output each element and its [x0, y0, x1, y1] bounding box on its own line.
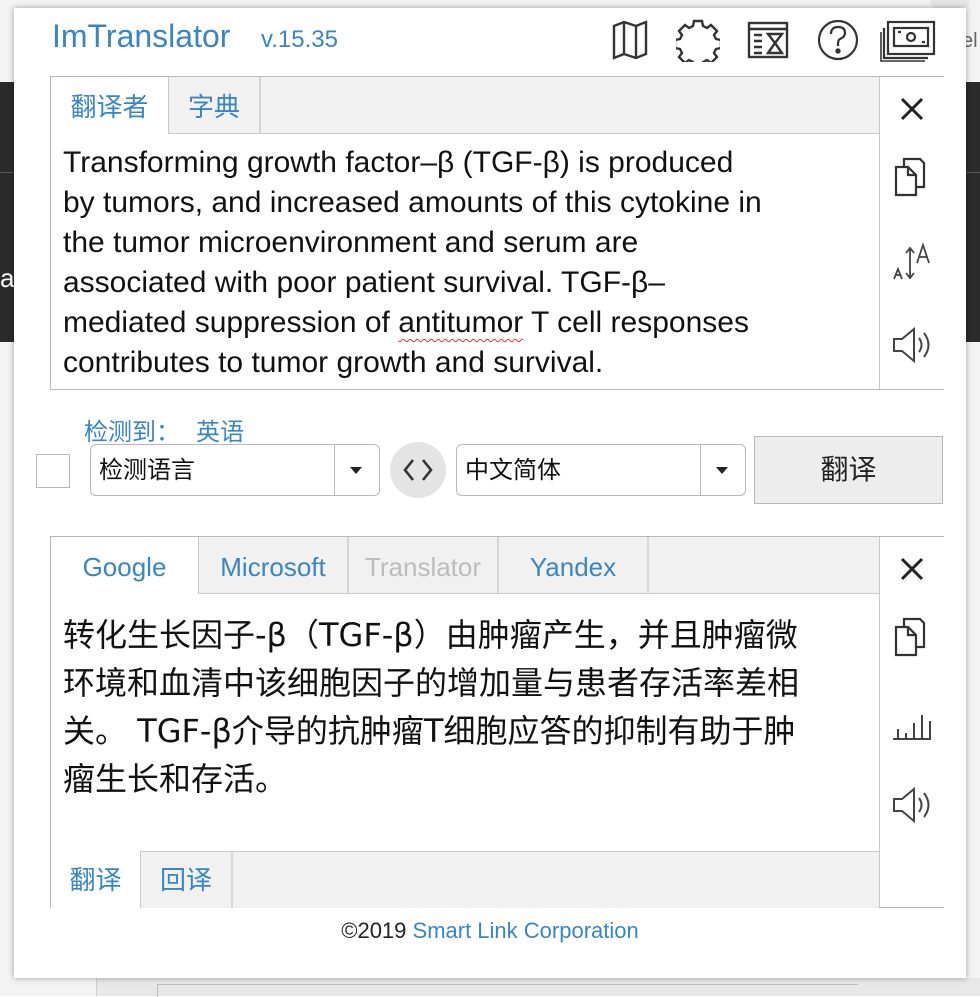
result-text-output[interactable]: 转化生长因子-β（TGF-β）由肿瘤产生，并且肿瘤微 环境和血清中该细胞因子的增…: [63, 611, 863, 803]
background-bottom-inner: [157, 984, 858, 997]
app-version: v.15.35: [261, 26, 338, 53]
help-icon[interactable]: [816, 18, 860, 62]
source-text-line: the tumor microenvironment and serum are: [63, 226, 639, 259]
result-bottom-tabbar: 翻译 回译: [51, 851, 879, 908]
source-text-fragment: mediated suppression of: [63, 306, 399, 339]
chevron-down-shape: [350, 467, 362, 474]
swap-languages-button[interactable]: [390, 442, 446, 498]
popup-header: ImTranslator v.15.35: [14, 8, 966, 69]
result-text-line: 环境和血清中该细胞因子的增加量与患者存活率差相: [63, 664, 800, 702]
result-tabbar: Google Microsoft Translator Yandex: [51, 537, 879, 594]
result-text-line: 转化生长因子-β（TGF-β）由肿瘤产生，并且肿瘤微: [63, 616, 798, 654]
target-language-value: 中文简体: [465, 457, 561, 484]
chevron-down-icon[interactable]: [700, 445, 745, 495]
settings-gear-icon[interactable]: [673, 18, 723, 69]
tab-google[interactable]: Google: [51, 537, 199, 594]
auto-translate-checkbox[interactable]: [36, 454, 70, 488]
history-icon[interactable]: [746, 18, 790, 62]
source-text-fragment: T cell responses: [523, 306, 749, 339]
speaker-icon[interactable]: [890, 783, 934, 827]
source-pane: 翻译者 字典 Transforming growth factor–β (TGF…: [50, 76, 944, 390]
source-text-line: Transforming growth factor–β (TGF-β) is …: [63, 146, 734, 179]
speaker-icon[interactable]: [890, 323, 934, 367]
copy-icon[interactable]: [890, 155, 934, 199]
chevron-down-icon[interactable]: [334, 445, 379, 495]
close-icon[interactable]: [890, 547, 934, 591]
app-title: ImTranslator: [52, 18, 231, 54]
result-text-line: 瘤生长和存活。: [63, 760, 288, 798]
tab-translator[interactable]: 翻译者: [51, 77, 169, 134]
background-page-bottom: [96, 978, 980, 997]
tab-dictionary[interactable]: 字典: [169, 77, 261, 133]
translate-button[interactable]: 翻译: [754, 436, 943, 504]
company-link[interactable]: Smart Link Corporation: [413, 918, 639, 943]
chevron-down-shape: [716, 467, 728, 474]
misspelled-word: antitumor: [398, 306, 524, 339]
tab-translator-engine[interactable]: Translator: [349, 537, 499, 593]
swap-arrows-icon: [403, 459, 433, 481]
map-icon[interactable]: [608, 18, 652, 62]
source-text-line: mediated suppression of antitumor T cell…: [63, 303, 871, 343]
font-size-icon[interactable]: [890, 239, 934, 283]
detected-language: 检测到： 英语: [84, 412, 244, 447]
tab-back-translation[interactable]: 回译: [141, 851, 233, 908]
source-text-line: associated with poor patient survival. T…: [63, 266, 665, 299]
tab-microsoft[interactable]: Microsoft: [199, 537, 349, 593]
source-text-line: by tumors, and increased amounts of this…: [63, 186, 762, 219]
chart-icon[interactable]: [890, 699, 934, 743]
tab-translation[interactable]: 翻译: [51, 851, 141, 908]
source-language-value: 检测语言: [99, 457, 195, 484]
copyright-text: ©2019: [341, 918, 413, 943]
source-side-toolbar: [879, 77, 944, 389]
source-text-line: contributes to tumor growth and survival…: [63, 346, 604, 379]
close-icon[interactable]: [890, 87, 934, 131]
copy-icon[interactable]: [890, 615, 934, 659]
result-side-toolbar: [879, 537, 944, 907]
source-text-input[interactable]: Transforming growth factor–β (TGF-β) is …: [63, 143, 871, 383]
result-pane: Google Microsoft Translator Yandex 转化生长因…: [50, 536, 944, 908]
result-text-line: 关。 TGF-β介导的抗肿瘤T细胞应答的抑制有助于肿: [63, 712, 796, 750]
imtranslator-popup: ImTranslator v.15.35 翻译者 字典 Transforming…: [14, 8, 966, 978]
target-language-select[interactable]: 中文简体: [456, 444, 746, 496]
detected-label: 检测到：: [84, 419, 180, 446]
source-language-select[interactable]: 检测语言: [90, 444, 380, 496]
source-tabbar: 翻译者 字典: [51, 77, 879, 134]
detected-language-value[interactable]: 英语: [196, 419, 244, 446]
window-icon[interactable]: [880, 18, 936, 62]
tab-yandex[interactable]: Yandex: [499, 537, 649, 593]
footer: ©2019 Smart Link Corporation: [14, 918, 966, 944]
